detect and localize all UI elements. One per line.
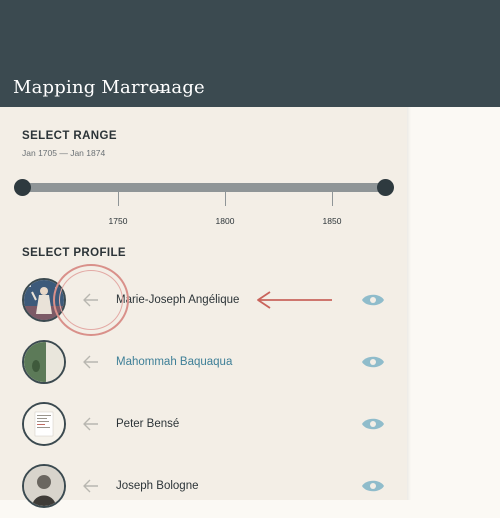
title-swash-decoration [150, 88, 170, 92]
share-arrow-icon[interactable] [82, 353, 100, 371]
profile-name[interactable]: Peter Bensé [116, 418, 179, 430]
avatar[interactable] [22, 402, 66, 446]
profile-row[interactable]: Joseph Bologne [0, 456, 407, 518]
profile-name[interactable]: Mahommah Baquaqua [116, 356, 232, 368]
avatar[interactable] [22, 464, 66, 508]
share-arrow-icon[interactable] [82, 477, 100, 495]
range-tick-label: 1750 [108, 216, 128, 226]
profile-row[interactable]: Peter Bensé [0, 394, 407, 456]
app-title[interactable]: Mapping Marronage [13, 77, 205, 98]
share-arrow-icon[interactable] [82, 415, 100, 433]
range-slider-end-handle[interactable] [377, 179, 394, 196]
engraved-portrait-image [24, 466, 64, 506]
book-cover-image [24, 342, 64, 382]
annotation-arrow [257, 291, 332, 309]
range-tick-label: 1850 [322, 216, 342, 226]
range-tick-1750 [118, 192, 119, 206]
range-tick-label: 1800 [215, 216, 235, 226]
eye-icon[interactable] [361, 355, 385, 369]
profile-name[interactable]: Joseph Bologne [116, 480, 198, 492]
range-slider-start-handle[interactable] [14, 179, 31, 196]
eye-icon[interactable] [361, 479, 385, 493]
select-range-heading: SELECT RANGE [22, 130, 117, 142]
eye-icon[interactable] [361, 417, 385, 431]
eye-icon[interactable] [361, 293, 385, 307]
range-tick-1850 [332, 192, 333, 206]
avatar[interactable] [22, 340, 66, 384]
profile-name[interactable]: Marie-Joseph Angélique [116, 294, 239, 306]
panel-divider [407, 107, 411, 500]
document-page-image [24, 404, 64, 444]
range-subtitle: Jan 1705 — Jan 1874 [22, 148, 106, 158]
annotation-circle [53, 264, 129, 336]
range-slider-track[interactable] [22, 183, 386, 192]
select-profile-heading: SELECT PROFILE [22, 247, 126, 259]
profile-row[interactable]: Mahommah Baquaqua [0, 332, 407, 394]
range-tick-1800 [225, 192, 226, 206]
